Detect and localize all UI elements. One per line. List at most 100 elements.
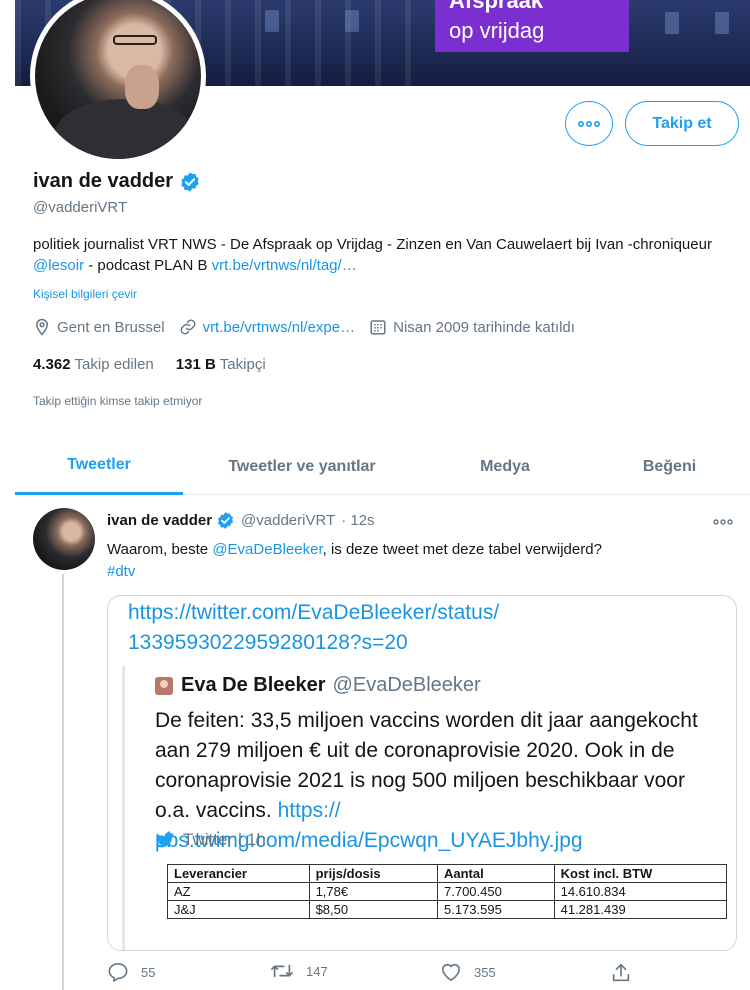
retweet-icon bbox=[271, 964, 293, 978]
vaccine-table: Leverancier prijs/dosis Aantal Kost incl… bbox=[167, 864, 728, 919]
avatar-photo bbox=[35, 0, 201, 159]
table-header-cell: Kost incl. BTW bbox=[553, 864, 728, 883]
website-item: vrt.be/vrtnws/nl/expe… bbox=[179, 318, 356, 336]
banner-window bbox=[665, 12, 679, 34]
table-cell: AZ bbox=[167, 882, 310, 901]
tab-tweets-and-replies[interactable]: Tweetler ve yanıtlar bbox=[183, 438, 421, 495]
table-row: AZ 1,78€ 7.700.450 14.610.834 bbox=[167, 882, 728, 901]
tweet-timestamp[interactable]: · 12s bbox=[341, 512, 374, 529]
link-icon bbox=[180, 319, 196, 335]
tab-media[interactable]: Medya bbox=[421, 438, 589, 495]
table-cell: 14.610.834 bbox=[553, 882, 728, 901]
mutual-followers-note: Takip ettiğin kimse takip etmiyor bbox=[33, 394, 203, 408]
joined-item: Nisan 2009 tarihinde katıldı bbox=[369, 318, 575, 336]
tweet-text: Waarom, beste @EvaDeBleeker, is deze twe… bbox=[107, 539, 732, 583]
profile-bio: politiek journalist VRT NWS - De Afspraa… bbox=[33, 234, 733, 276]
quoted-author-handle: @EvaDeBleeker bbox=[332, 674, 481, 696]
quoted-avatar-icon bbox=[155, 676, 173, 695]
website-link[interactable]: vrt.be/vrtnws/nl/expe… bbox=[203, 319, 356, 336]
banner-window bbox=[265, 10, 279, 32]
profile-avatar[interactable] bbox=[30, 0, 206, 164]
share-button[interactable] bbox=[610, 962, 644, 984]
verified-badge-icon bbox=[181, 171, 199, 192]
table-row: J&J $8,50 5.173.595 41.281.439 bbox=[167, 900, 728, 919]
following-count-link[interactable]: 4.362 Takip edilen bbox=[33, 356, 154, 373]
bio-url-link[interactable]: vrt.be/vrtnws/nl/tag/… bbox=[212, 257, 357, 274]
tab-likes[interactable]: Beğeni bbox=[589, 438, 750, 495]
translate-bio-link[interactable]: Kişisel bilgileri çevir bbox=[33, 287, 137, 301]
quoted-link: https:// bbox=[277, 799, 341, 822]
retweet-button[interactable]: 147 bbox=[270, 962, 328, 980]
tweet-more-button[interactable] bbox=[713, 512, 733, 528]
share-icon bbox=[612, 963, 630, 982]
joined-text: Nisan 2009 tarihinde katıldı bbox=[393, 318, 575, 336]
table-cell: $8,50 bbox=[308, 900, 439, 919]
bio-text: politiek journalist VRT NWS - De Afspraa… bbox=[33, 236, 712, 253]
profile-name-row: ivan de vadder bbox=[33, 170, 201, 193]
banner-window bbox=[715, 12, 729, 34]
promo-line-2: op vrijdag bbox=[449, 18, 545, 43]
calendar-icon bbox=[370, 320, 386, 335]
tweet-header: ivan de vadder @vadderiVRT · 12s bbox=[107, 511, 375, 530]
following-label: Takip edilen bbox=[74, 356, 154, 373]
table-cell: J&J bbox=[167, 900, 310, 919]
tweet-actions: 55 147 355 bbox=[107, 962, 647, 986]
profile-tabs: Tweetler Tweetler ve yanıtlar Medya Beğe… bbox=[15, 438, 750, 495]
twitter-bird-icon bbox=[155, 831, 175, 847]
tweet-mention-link[interactable]: @EvaDeBleeker bbox=[212, 541, 322, 558]
card-url-line: 1339593022959280128?s=20 bbox=[128, 631, 408, 654]
location-text: Gent en Brussel bbox=[57, 318, 165, 336]
quoted-source: Twitter | 1h bbox=[155, 830, 266, 850]
table-cell: 1,78€ bbox=[308, 882, 439, 901]
tweet-author-handle[interactable]: @vadderiVRT bbox=[241, 512, 335, 529]
tweet-author-name[interactable]: ivan de vadder bbox=[107, 512, 212, 529]
reply-icon bbox=[108, 963, 128, 982]
table-header-cell: Leverancier bbox=[167, 864, 310, 883]
quoted-source-text: Twitter | 1h bbox=[183, 830, 266, 849]
like-button[interactable]: 355 bbox=[440, 962, 496, 982]
table-header-cell: prijs/dosis bbox=[308, 864, 439, 883]
tweet-text-part: Waarom, beste bbox=[107, 541, 213, 558]
promo-line-1: Afspraak bbox=[449, 0, 544, 13]
banner-window bbox=[345, 10, 359, 32]
bio-mention-link[interactable]: @lesoir bbox=[33, 257, 84, 274]
follow-counts: 4.362 Takip edilen 131 B Takipçi bbox=[33, 356, 288, 373]
table-cell: 41.281.439 bbox=[553, 900, 728, 919]
profile-handle: @vadderiVRT bbox=[33, 199, 128, 216]
retweet-count: 147 bbox=[306, 963, 328, 979]
banner-promo: Afspraak op vrijdag bbox=[435, 0, 629, 52]
tweet-image-card[interactable]: https://twitter.com/EvaDeBleeker/status/… bbox=[107, 595, 737, 951]
heart-icon bbox=[442, 963, 460, 981]
table-header-row: Leverancier prijs/dosis Aantal Kost incl… bbox=[167, 864, 728, 883]
tab-tweets[interactable]: Tweetler bbox=[15, 438, 183, 495]
reply-count: 55 bbox=[141, 964, 156, 980]
quoted-tweet-header: Eva De Bleeker @EvaDeBleeker bbox=[155, 674, 481, 697]
table-cell: 7.700.450 bbox=[437, 882, 555, 901]
location-pin-icon bbox=[35, 318, 49, 336]
tweet-text-part: , is deze tweet met deze tabel verwijder… bbox=[322, 541, 602, 558]
quoted-tweet: Eva De Bleeker @EvaDeBleeker De feiten: … bbox=[122, 666, 728, 950]
quoted-author-name: Eva De Bleeker bbox=[181, 674, 326, 696]
ellipsis-icon bbox=[578, 120, 600, 127]
verified-badge-icon bbox=[218, 512, 234, 529]
tweet-hashtag-link[interactable]: #dtv bbox=[107, 563, 135, 580]
location-item: Gent en Brussel bbox=[33, 318, 165, 336]
followers-count-link[interactable]: 131 B Takipçi bbox=[176, 356, 266, 373]
tweet-avatar[interactable] bbox=[33, 508, 95, 570]
profile-meta: Gent en Brussel vrt.be/vrtnws/nl/expe… N… bbox=[33, 318, 589, 336]
following-count: 4.362 bbox=[33, 356, 71, 373]
followers-count: 131 B bbox=[175, 356, 216, 373]
ellipsis-icon bbox=[713, 519, 733, 525]
table-cell: 5.173.595 bbox=[437, 900, 555, 919]
thread-line bbox=[62, 574, 64, 990]
reply-button[interactable]: 55 bbox=[107, 962, 155, 982]
bio-text: - podcast PLAN B bbox=[84, 257, 212, 274]
followers-label: Takipçi bbox=[219, 356, 266, 373]
follow-button[interactable]: Takip et bbox=[625, 101, 739, 146]
more-options-button[interactable] bbox=[565, 101, 613, 146]
card-url-link[interactable]: https://twitter.com/EvaDeBleeker/status/… bbox=[128, 598, 499, 658]
quoted-text-body: De feiten: 33,5 miljoen vaccins worden d… bbox=[155, 709, 698, 822]
profile-name: ivan de vadder bbox=[33, 170, 174, 192]
card-url-line: https://twitter.com/EvaDeBleeker/status/ bbox=[128, 601, 500, 624]
like-count: 355 bbox=[474, 964, 496, 980]
